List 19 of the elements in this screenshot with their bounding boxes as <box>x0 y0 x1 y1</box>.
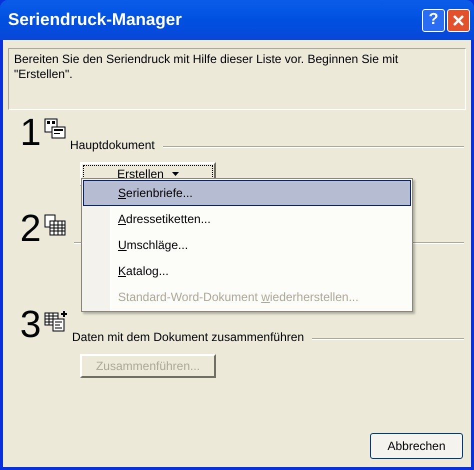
step-label: Hauptdokument <box>70 137 155 154</box>
help-button[interactable]: ? <box>422 8 445 32</box>
menu-item[interactable]: Katalog... <box>83 258 411 284</box>
step-number: 2 <box>20 212 40 246</box>
close-button[interactable] <box>447 8 470 32</box>
step-label: Daten mit dem Dokument zusammenführen <box>72 329 304 346</box>
cancel-button[interactable]: Abbrechen <box>370 433 463 459</box>
menu-item[interactable]: Adressetiketten... <box>83 206 411 232</box>
caret-icon <box>172 172 179 176</box>
menu-item[interactable]: Umschläge... <box>83 232 411 258</box>
document-icon <box>44 118 66 140</box>
table-icon <box>44 214 66 236</box>
intro-text: Bereiten Sie den Seriendruck mit Hilfe dieser Liste vor. Beginnen Sie mit "Erstellen". <box>14 52 400 82</box>
merge-icon <box>44 310 68 332</box>
close-icon <box>452 14 465 26</box>
window-title: Seriendruck-Manager <box>8 9 183 32</box>
step-number: 1 <box>20 116 40 150</box>
menu-item[interactable]: Serienbriefe... <box>83 180 411 206</box>
step-number: 3 <box>20 308 40 342</box>
